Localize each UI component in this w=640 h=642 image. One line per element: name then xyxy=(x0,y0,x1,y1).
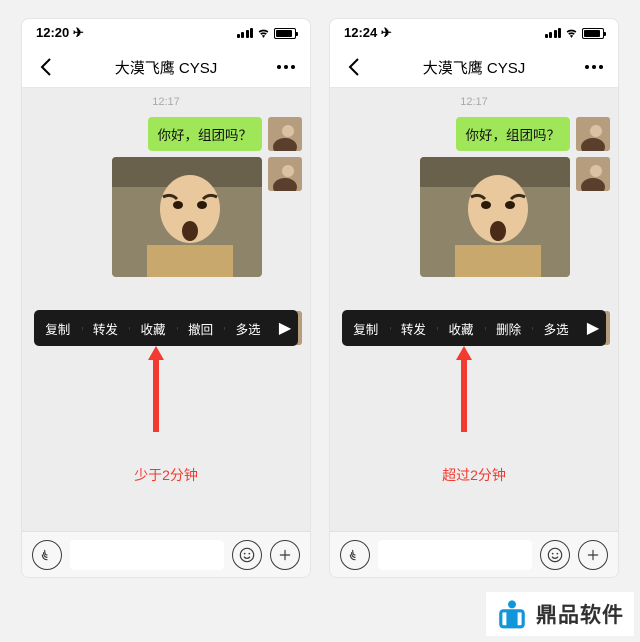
watermark: 鼎品软件 xyxy=(486,592,634,636)
wifi-icon xyxy=(257,27,270,40)
annotation-caption: 少于2分钟 xyxy=(22,457,310,487)
image-bubble[interactable] xyxy=(420,157,570,277)
menu-copy[interactable]: 复制 xyxy=(342,319,390,338)
timestamp: 12:17 xyxy=(330,90,618,114)
more-button[interactable] xyxy=(274,65,298,69)
menu-more-arrow[interactable]: ▶ xyxy=(580,318,606,338)
nav-bar: 大漠飞鹰 CYSJ xyxy=(330,47,618,87)
avatar[interactable] xyxy=(268,157,302,191)
menu-forward[interactable]: 转发 xyxy=(390,319,438,338)
nav-bar: 大漠飞鹰 CYSJ xyxy=(22,47,310,87)
avatar[interactable] xyxy=(576,157,610,191)
clock: 12:20 ✈ xyxy=(36,25,84,41)
voice-button[interactable] xyxy=(32,540,62,570)
text-input[interactable] xyxy=(378,540,532,570)
signal-icon xyxy=(237,28,254,38)
wifi-icon xyxy=(565,27,578,40)
context-menu: 复制 转发 收藏 撤回 多选 ▶ xyxy=(34,310,298,346)
status-bar: 12:20 ✈ xyxy=(22,19,310,47)
menu-delete[interactable]: 删除 xyxy=(485,319,533,338)
plus-button[interactable] xyxy=(270,540,300,570)
battery-icon xyxy=(582,28,604,39)
annotation-arrow-icon xyxy=(148,346,164,432)
back-button[interactable] xyxy=(34,58,58,76)
chat-area[interactable]: 12:17 你好，组团吗？ 复制 转发 收藏 撤回 多选 ▶ xyxy=(22,88,310,531)
annotation-arrow-icon xyxy=(456,346,472,432)
chat-title: 大漠飞鹰 CYSJ xyxy=(366,57,582,78)
chat-title: 大漠飞鹰 CYSJ xyxy=(58,57,274,78)
message-row[interactable] xyxy=(22,154,310,280)
emoji-button[interactable] xyxy=(540,540,570,570)
plus-button[interactable] xyxy=(578,540,608,570)
message-row[interactable] xyxy=(330,154,618,280)
input-bar xyxy=(22,531,310,577)
watermark-text: 鼎品软件 xyxy=(536,599,624,629)
avatar[interactable] xyxy=(268,117,302,151)
phone-right: 12:24 ✈ 大漠飞鹰 CYSJ 12:17 你好，组团吗？ xyxy=(329,18,619,578)
back-button[interactable] xyxy=(342,58,366,76)
chat-area[interactable]: 12:17 你好，组团吗？ 复制 转发 收藏 删除 多选 ▶ 欢迎 xyxy=(330,88,618,531)
menu-favorite[interactable]: 收藏 xyxy=(437,319,485,338)
image-bubble[interactable] xyxy=(112,157,262,277)
battery-icon xyxy=(274,28,296,39)
menu-forward[interactable]: 转发 xyxy=(82,319,130,338)
comparison-stage: 12:20 ✈ 大漠飞鹰 CYSJ 12:17 你好，组团吗？ xyxy=(0,0,640,620)
text-bubble[interactable]: 你好，组团吗？ xyxy=(456,117,571,151)
menu-recall[interactable]: 撤回 xyxy=(177,319,225,338)
voice-button[interactable] xyxy=(340,540,370,570)
timestamp: 12:17 xyxy=(22,90,310,114)
phone-left: 12:20 ✈ 大漠飞鹰 CYSJ 12:17 你好，组团吗？ xyxy=(21,18,311,578)
menu-copy[interactable]: 复制 xyxy=(34,319,82,338)
text-input[interactable] xyxy=(70,540,224,570)
status-bar: 12:24 ✈ xyxy=(330,19,618,47)
menu-favorite[interactable]: 收藏 xyxy=(129,319,177,338)
annotation-caption: 超过2分钟 xyxy=(330,457,618,487)
watermark-logo-icon xyxy=(496,598,528,630)
clock: 12:24 ✈ xyxy=(344,25,392,41)
more-button[interactable] xyxy=(582,65,606,69)
context-menu: 复制 转发 收藏 删除 多选 ▶ xyxy=(342,310,606,346)
input-bar xyxy=(330,531,618,577)
menu-multiselect[interactable]: 多选 xyxy=(532,319,580,338)
menu-multiselect[interactable]: 多选 xyxy=(224,319,272,338)
message-row[interactable]: 你好，组团吗？ xyxy=(330,114,618,154)
message-row[interactable]: 你好，组团吗？ xyxy=(22,114,310,154)
avatar[interactable] xyxy=(576,117,610,151)
menu-more-arrow[interactable]: ▶ xyxy=(272,318,298,338)
emoji-button[interactable] xyxy=(232,540,262,570)
text-bubble[interactable]: 你好，组团吗？ xyxy=(148,117,263,151)
signal-icon xyxy=(545,28,562,38)
